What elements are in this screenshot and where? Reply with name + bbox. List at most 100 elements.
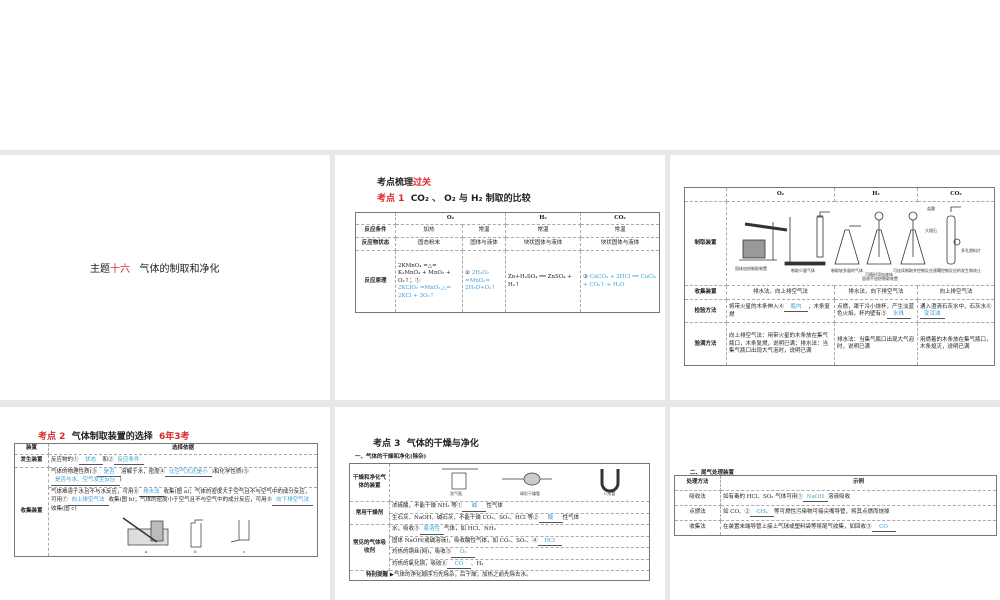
apparatus-cell: 洗气瓶 球形干燥管 U形管 — [389, 462, 650, 503]
cell: 加热 — [395, 224, 463, 238]
row-label: 收集装置 — [14, 466, 49, 558]
slide-thumbnail-4[interactable]: 考点 2 气体制取装置的选择 6年3考 装置 选择依据 发生装置 反应物的① 状态 和②… — [0, 407, 330, 600]
answer-equation: 2H₂O₂ =MnO₂= 2H₂O+O₂↑ — [465, 270, 496, 292]
text: 、H₂ — [471, 560, 484, 567]
topic-heading: 考点 2 气体制取装置的选择 6年3考 — [38, 429, 190, 442]
text: 收集(图 c) — [51, 505, 77, 512]
answer: 易溶性 — [419, 526, 445, 535]
section-heading: 考点梳理过关 — [377, 175, 431, 188]
drying-apparatus: 洗气瓶 球形干燥管 U形管 — [442, 468, 620, 496]
text: 在装置末端导管上接上气球或塑料袋等将尾气收集，如回收③ — [723, 523, 872, 530]
row-label: 点燃法 — [674, 505, 721, 521]
cell: 在装置末端导管上接上气球或塑料袋等将尾气收集，如回收③ CO — [720, 520, 997, 536]
slide-thumbnail-2[interactable]: 考点梳理过关 考点 1 CO₂ 、 O₂ 与 H₂ 制取的比较 O₂ H₂ CO₂ … — [335, 155, 665, 400]
topic-number: 考点 3 — [373, 439, 401, 449]
figure-label: b — [194, 549, 197, 554]
frequency-badge: 6年3考 — [158, 432, 190, 442]
collection-figures: a b c — [122, 517, 250, 554]
slide-thumbnail-6[interactable]: 二、尾气处理装置 处理方法 示例 吸收法 如有毒的 HCl、SO₂ 气体可用① NaO… — [670, 407, 1000, 600]
caption: 可连续制取并控制反应速率 — [893, 267, 941, 273]
caption: 固液不加热制取装置 — [862, 275, 898, 281]
cell: 灼热的铜丝(网)，吸收⑤ O₂ — [389, 547, 650, 560]
tail-gas-table: 处理方法 示例 吸收法 如有毒的 HCl、SO₂ 气体可用① NaOH 溶液吸收 点燃法… — [674, 475, 997, 536]
header-h2: H₂ — [505, 212, 581, 225]
header: 装置 — [14, 443, 49, 455]
slide-thumbnail-1[interactable]: 主题十六 气体的制取和净化 — [0, 155, 330, 400]
topic-heading: 考点 1 CO₂ 、 O₂ 与 H₂ 制取的比较 — [377, 191, 531, 204]
tip-row: 特别提醒 ▶气体的净化顺序为先除杂，后干燥；加热之前先除去水。 — [349, 569, 650, 582]
text: 收集(图 b)；气体的密度小于空气且不与空气中的成分反应，可用⑧ — [108, 497, 273, 504]
top-blank-area — [0, 0, 1000, 150]
cell: ③ CaCO₃ + 2HCl ══ CaCl₂ + CO₂↑ + H₂O — [580, 250, 660, 313]
tip-text: 气体的净化顺序为先除杂，后干燥；加热之前先除去水。 — [394, 571, 532, 578]
cell: 向上排空气法：用带火星的木条放在集气瓶口，木条复燃，说明已满；排水法：当集气瓶口… — [726, 322, 835, 367]
row-label: 验满方法 — [684, 322, 727, 367]
text: 如 CO、② — [723, 508, 750, 515]
answer: 是否与水、空气发生反应 — [51, 477, 120, 486]
cell: 常温 — [462, 224, 506, 238]
figure-label: a — [145, 549, 148, 554]
cell: 反应物的① 状态 和② 反应条件 — [48, 454, 318, 468]
equation: 2KMnO₄ =△= K₂MnO₄ + MnO₂ + O₂↑；① — [398, 262, 451, 284]
caption: 制取少量气体 — [791, 267, 815, 273]
answer: CH₄ — [749, 509, 774, 518]
row-label: 检验方法 — [684, 299, 727, 324]
header: 处理方法 — [674, 475, 721, 491]
comparison-table: O₂ H₂ CO₂ 反应条件 加热 常温 常温 常温 反应物状态 固态粉末 固体与液体 块状固体与… — [355, 212, 660, 313]
answer: CO — [871, 524, 896, 533]
topic-title: 气体制取装置的选择 — [71, 432, 153, 442]
slide-title: 主题十六 气体的制取和净化 — [90, 260, 220, 275]
text: 性气体 — [486, 503, 503, 510]
text: 生石灰、NaOH、碱石灰，不能干燥 CO₂、SO₂、HCl 等② — [392, 514, 539, 521]
label-plate: 多孔塑料片 — [961, 247, 981, 253]
topic-number: 考点 2 — [38, 432, 66, 442]
topic-heading: 考点 3 气体的干燥与净化 — [373, 436, 479, 449]
row-label: 发生装置 — [14, 454, 49, 468]
tip-label: 特别提醒 — [366, 571, 389, 578]
drying-table: 干燥和净化气体的装置 洗气瓶 球形干燥管 U形管 常用干燥剂 浓硫酸，不能干燥 NH₃… — [349, 462, 650, 582]
cell: Zn+H₂SO₄ ══ ZnSO₄ + H₂↑ — [505, 250, 581, 313]
text: 气体，如 HCl、NH₃ — [444, 526, 496, 533]
caption: 洗气瓶 — [450, 490, 462, 496]
heading-red: 过关 — [413, 178, 432, 188]
answer: 瓶内 — [784, 304, 809, 312]
text: 通入澄清石灰水中，石灰水⑥ — [920, 303, 992, 310]
cell: 固态粉末 — [395, 237, 463, 251]
label-hcl: 盐酸 — [927, 205, 935, 211]
cell: 块状固体与液体 — [580, 237, 660, 251]
header-co2: CO₂ — [580, 212, 660, 225]
apparatus-cell: 固体加热制取装置 制取少量气体 制取较多量的气体 可随时添加液体 可连续制取并控… — [726, 200, 995, 287]
row-label: 反应物状态 — [355, 237, 396, 251]
cell: 通入澄清石灰水中，石灰水⑥变浑浊 — [917, 299, 995, 324]
cell: 水，吸收③ 易溶性 气体，如 HCl、NH₃ — [389, 524, 650, 537]
cell: 2KMnO₄ =△= K₂MnO₄ + MnO₂ + O₂↑；① 2KClO₃ =… — [395, 250, 463, 313]
slide-thumbnail-5[interactable]: 考点 3 气体的干燥与净化 一、气体的干燥和净化(除杂) 干燥和净化气体的装置 … — [335, 407, 665, 600]
text: 灼热的铜丝(网)，吸收⑤ — [392, 549, 452, 556]
slide-thumbnail-3[interactable]: O₂ H₂ CO₂ 制取装置 固体加热制取装置 制取少量气体 制取较多量的气体 … — [670, 155, 1000, 400]
drying-tube-icon — [523, 472, 541, 486]
cell: 如 CO、② CH₄ 等可燃性污染物可接尖嘴导管，将其点燃而烧掉 — [720, 505, 997, 521]
topic-number: 考点 1 — [377, 194, 405, 204]
text: ) — [119, 477, 122, 484]
answer: 变浑浊 — [920, 311, 945, 320]
subsection-heading: 一、气体的干燥和净化(除杂) — [355, 454, 427, 460]
row-label: 吸收法 — [674, 490, 721, 506]
title-prefix: 主题 — [90, 264, 110, 275]
header-co2: CO₂ — [917, 187, 995, 202]
header-h2: H₂ — [834, 187, 918, 202]
answer: 状态 — [78, 457, 103, 466]
text: 溶液吸收 — [828, 493, 851, 500]
text: 水，吸收③ — [392, 526, 420, 533]
text: 反应物的① — [51, 456, 79, 463]
cell: 排水法，向上排空气法 — [726, 285, 835, 301]
header-o2: O₂ — [395, 212, 506, 225]
heading-black: 考点梳理 — [377, 178, 414, 188]
header: 选择依据 — [48, 443, 318, 455]
caption: 制取较多量的气体 — [831, 267, 863, 273]
text: 固体 NaOH(或碱溶液)，吸收酸性气体，如 CO₂、SO₂、④ — [392, 537, 538, 544]
header-o2: O₂ — [726, 187, 835, 202]
row-label: 干燥和净化气体的装置 — [349, 462, 390, 503]
cell: 灼热的氧化铜，吸收⑥ CO 、H₂ — [389, 558, 650, 571]
caption: 固体加热制取装置 — [735, 265, 767, 271]
answer: O₂ — [451, 549, 476, 558]
